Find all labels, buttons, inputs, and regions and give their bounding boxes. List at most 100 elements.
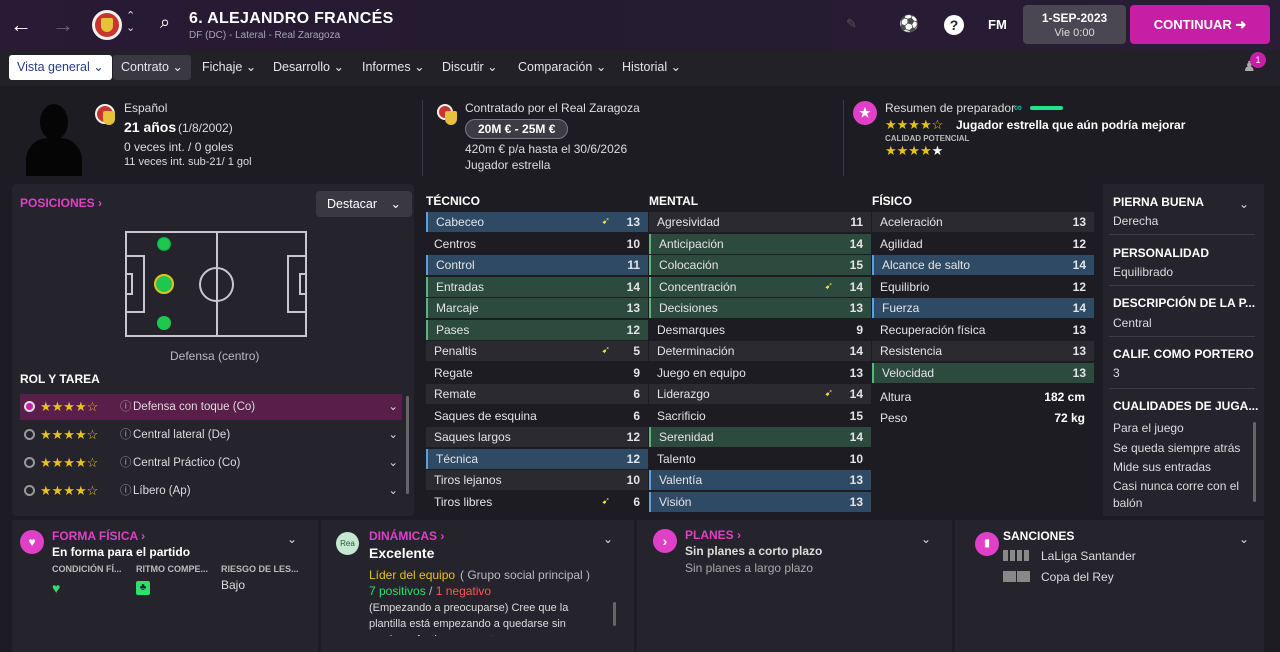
chevron-down-icon[interactable]: ⌄ [287, 532, 297, 546]
position-dot-selected[interactable] [154, 274, 174, 294]
heart-icon: ♥ [20, 530, 44, 554]
ball-icon[interactable]: ⚽ [899, 15, 919, 35]
current-date: 1-SEP-2023 [1041, 11, 1108, 25]
chevron-down-icon[interactable]: ⌄ [1239, 532, 1249, 546]
technical-attribute-row[interactable]: Tiros lejanos 10 [426, 470, 648, 490]
date-box[interactable]: 1-SEP-2023 Vie 0:00 [1023, 5, 1126, 44]
physical-attribute-row[interactable]: Aceleración 13 [872, 212, 1094, 232]
positions-title[interactable]: POSICIONES › [20, 196, 102, 210]
role-label: Líbero (Ap) [133, 485, 191, 497]
mental-attribute-row[interactable]: Agresividad 11 [649, 212, 871, 232]
attribute-name: Resistencia [880, 344, 943, 358]
attribute-value: 13 [849, 473, 863, 487]
technical-attribute-row[interactable]: Marcaje 13 [426, 298, 648, 318]
mental-attribute-row[interactable]: Anticipación 14 [649, 233, 871, 254]
fitness-title[interactable]: FORMA FÍSICA › [52, 529, 145, 543]
weight-label: Peso [880, 411, 908, 425]
physical-attribute-row[interactable]: Recuperación física 13 [872, 320, 1094, 340]
technical-attribute-row[interactable]: Pases 12 [426, 319, 648, 340]
mental-attribute-row[interactable]: Desmarques 9 [649, 320, 871, 340]
edit-icon[interactable]: ✎ [846, 16, 857, 32]
scrollbar[interactable] [1253, 422, 1256, 502]
attribute-value: 14 [1072, 258, 1086, 272]
value-tag[interactable]: 20M € - 25M € [465, 119, 569, 139]
continue-button[interactable]: CONTINUAR ➜ [1130, 5, 1270, 44]
technical-attribute-row[interactable]: Control 11 [426, 255, 648, 275]
tab-vista-general[interactable]: Vista general ⌄ [9, 55, 112, 80]
pitch [125, 231, 307, 337]
physical-attribute-row[interactable]: Alcance de salto 14 [872, 255, 1094, 275]
condition-heart-icon: ♥ [52, 580, 61, 596]
positions-title-text: POSICIONES [20, 196, 95, 210]
role-item[interactable]: ★★★★☆ ⓘ Líbero (Ap) ⌄ [20, 478, 402, 504]
technical-attribute-row[interactable]: Entradas 14 [426, 276, 648, 297]
position-dot[interactable] [157, 237, 171, 251]
tab-desarrollo[interactable]: Desarrollo ⌄ [265, 55, 352, 80]
tab-fichaje[interactable]: Fichaje ⌄ [194, 55, 264, 80]
chevron-down-icon: ⌄ [390, 197, 401, 211]
tab-comparacion[interactable]: Comparación ⌄ [510, 55, 614, 80]
qualities-title: CUALIDADES DE JUGA... [1113, 399, 1259, 413]
mental-attribute-row[interactable]: Valentía 13 [649, 470, 871, 490]
technical-attribute-row[interactable]: Técnica 12 [426, 448, 648, 469]
technical-attribute-row[interactable]: Saques de esquina 6 [426, 406, 648, 426]
mental-attribute-row[interactable]: Serenidad 14 [649, 427, 871, 447]
tab-contrato[interactable]: Contrato ⌄ [113, 55, 191, 80]
attribute-name: Desmarques [657, 322, 726, 337]
club-switch-icon[interactable]: ⌃ ⌄ [126, 10, 135, 34]
tab-historial[interactable]: Historial ⌄ [614, 55, 689, 80]
weight-value: 72 kg [1054, 411, 1085, 425]
physical-attribute-row[interactable]: Fuerza 14 [872, 298, 1094, 318]
tab-label: Informes [362, 60, 411, 74]
search-icon[interactable]: ⌕ [160, 12, 170, 33]
position-dot[interactable] [157, 316, 171, 330]
chevron-down-icon[interactable]: ⌄ [921, 532, 931, 546]
club-crest-icon[interactable] [92, 10, 122, 40]
physical-attribute-row[interactable]: Velocidad 13 [872, 362, 1094, 383]
role-item[interactable]: ★★★★☆ ⓘ Central lateral (De) ⌄ [20, 422, 402, 448]
physical-attribute-row[interactable]: Agilidad 12 [872, 234, 1094, 254]
chevron-down-icon[interactable]: ⌄ [1239, 197, 1249, 211]
forward-arrow-icon[interactable]: → [50, 12, 76, 38]
mental-attribute-row[interactable]: Sacrificio 15 [649, 406, 871, 426]
role-item[interactable]: ★★★★☆ ⓘ Defensa con toque (Co) ⌄ [20, 394, 402, 420]
back-arrow-icon[interactable]: ← [8, 12, 34, 38]
scrollbar[interactable] [406, 396, 409, 494]
technical-attribute-row[interactable]: Regate 9 [426, 363, 648, 383]
tab-discutir[interactable]: Discutir ⌄ [434, 55, 506, 80]
highlight-dropdown[interactable]: Destacar ⌄ [316, 191, 412, 217]
mental-attribute-row[interactable]: Colocación 15 [649, 255, 871, 275]
mental-attribute-row[interactable]: Determinación 14 [649, 341, 871, 361]
fm-logo[interactable]: FM [988, 17, 1007, 32]
technical-attribute-row[interactable]: Saques largos 12 [426, 427, 648, 447]
role-title: ROL Y TAREA [20, 372, 100, 386]
role-item[interactable]: ★★★★☆ ⓘ Central Práctico (Co) ⌄ [20, 450, 402, 476]
help-icon[interactable]: ? [944, 15, 964, 35]
physical-attribute-row[interactable]: Equilibrio 12 [872, 277, 1094, 297]
mental-attribute-row[interactable]: Visión 13 [649, 491, 871, 512]
technical-title: TÉCNICO [426, 194, 480, 208]
tab-informes[interactable]: Informes ⌄ [354, 55, 433, 80]
mental-attribute-row[interactable]: Concentración 14 ➹ [649, 276, 871, 297]
attribute-name: Decisiones [659, 301, 718, 315]
divider [1109, 388, 1255, 389]
technical-attribute-row[interactable]: Tiros libres 6 ➹ [426, 492, 648, 512]
role-label: Defensa con toque (Co) [133, 401, 256, 413]
mental-attribute-row[interactable]: Juego en equipo 13 [649, 363, 871, 383]
technical-attribute-row[interactable]: Cabeceo 13 ➹ [426, 212, 648, 232]
plans-title[interactable]: PLANES › [685, 528, 741, 542]
physical-attribute-row[interactable]: Resistencia 13 [872, 341, 1094, 361]
dynamics-title-text: DINÁMICAS [369, 529, 437, 543]
technical-attribute-row[interactable]: Remate 6 [426, 384, 648, 404]
mental-attribute-row[interactable]: Talento 10 [649, 449, 871, 469]
card-bar-icon [1003, 571, 1030, 582]
attribute-value: 15 [849, 258, 863, 272]
mental-attribute-row[interactable]: Liderazgo 14 ➹ [649, 384, 871, 404]
mental-attribute-row[interactable]: Decisiones 13 [649, 298, 871, 318]
dynamics-title[interactable]: DINÁMICAS › [369, 529, 444, 543]
scrollbar[interactable] [613, 602, 616, 626]
technical-attribute-row[interactable]: Centros 10 [426, 234, 648, 254]
height-label: Altura [880, 390, 912, 404]
chevron-down-icon[interactable]: ⌄ [603, 532, 613, 546]
technical-attribute-row[interactable]: Penaltis 5 ➹ [426, 341, 648, 361]
